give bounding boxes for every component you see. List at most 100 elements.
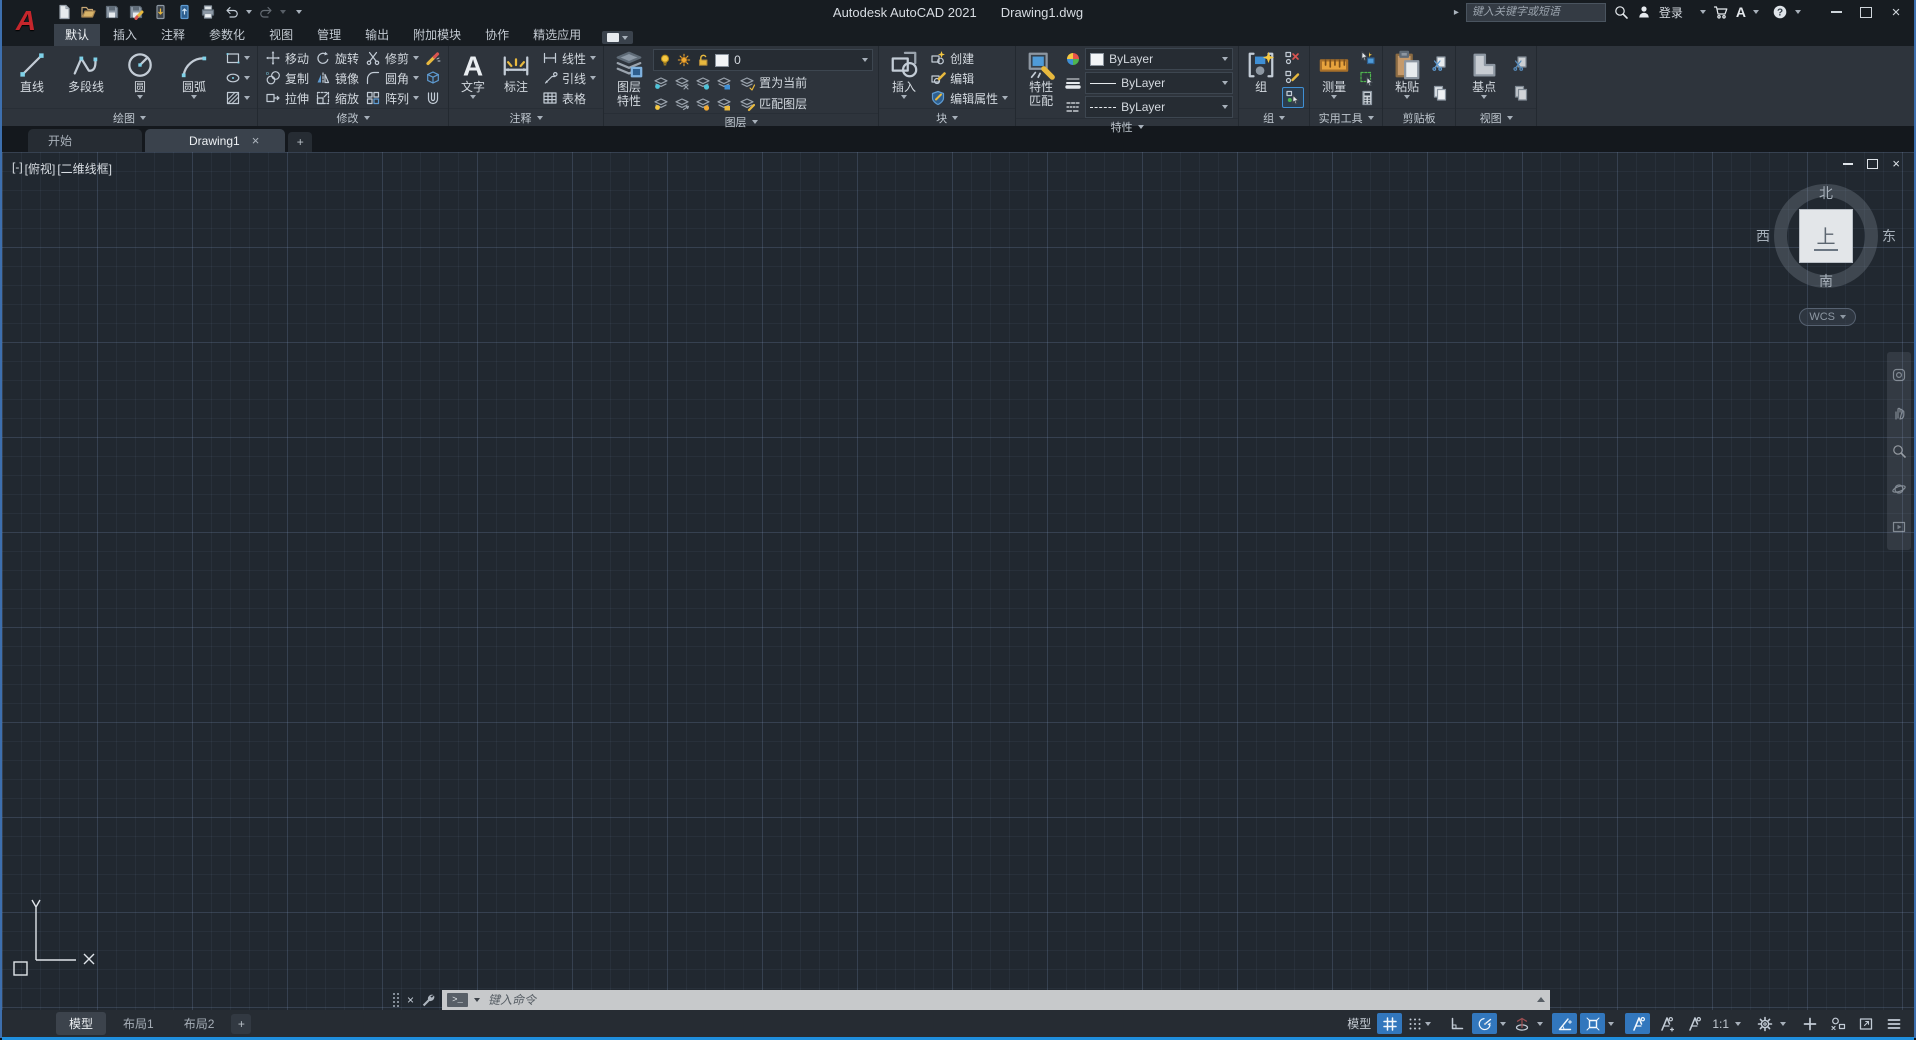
- view-cut-button[interactable]: [1511, 54, 1531, 73]
- full-navigation-wheel-icon[interactable]: [1891, 367, 1907, 383]
- group-button[interactable]: 组: [1244, 48, 1278, 108]
- paste-button[interactable]: 粘贴: [1388, 48, 1426, 108]
- object-snap-tracking-toggle[interactable]: [1552, 1013, 1577, 1034]
- save-to-web-mobile-button[interactable]: [150, 2, 170, 22]
- pan-icon[interactable]: [1891, 405, 1907, 421]
- layer-on-icon[interactable]: [658, 53, 672, 67]
- array-button[interactable]: 阵列: [363, 89, 421, 108]
- ribbon-tab-parametric[interactable]: 参数化: [198, 23, 256, 46]
- file-tab-start[interactable]: 开始: [28, 129, 142, 152]
- viewcube[interactable]: 上 北 南 西 东: [1772, 182, 1880, 290]
- panel-label-view[interactable]: 视图: [1456, 108, 1536, 126]
- ribbon-tab-manage[interactable]: 管理: [306, 23, 352, 46]
- window-close-button[interactable]: ×: [1882, 1, 1910, 23]
- save-button[interactable]: [102, 2, 122, 22]
- set-current-layer-button[interactable]: 置为当前: [737, 73, 809, 92]
- ungroup-button[interactable]: [1282, 48, 1304, 67]
- quick-calculator-button[interactable]: [1357, 89, 1377, 108]
- polyline-button[interactable]: 多段线: [61, 48, 111, 108]
- search-input[interactable]: [1466, 3, 1606, 22]
- command-field[interactable]: >_: [442, 990, 1550, 1010]
- annotation-monitor-toggle[interactable]: [1797, 1013, 1822, 1034]
- panel-label-block[interactable]: 块: [879, 108, 1015, 126]
- polar-caret-icon[interactable]: [1500, 1022, 1506, 1026]
- layer-freeze-all-icon[interactable]: [695, 75, 711, 91]
- grid-toggle[interactable]: [1377, 1013, 1402, 1034]
- wcs-menu-button[interactable]: WCS: [1799, 308, 1856, 326]
- drawing-minimize-button[interactable]: [1843, 163, 1853, 165]
- fillet-button[interactable]: 圆角: [363, 69, 421, 88]
- lineweight-dropdown[interactable]: ByLayer: [1085, 72, 1233, 94]
- ribbon-tab-addins[interactable]: 附加模块: [402, 23, 472, 46]
- offset-button[interactable]: [423, 89, 443, 108]
- match-properties-button[interactable]: 特性匹配: [1021, 48, 1061, 118]
- workspace-caret-icon[interactable]: [1780, 1022, 1786, 1026]
- panel-label-annotation[interactable]: 注释: [449, 108, 603, 126]
- layer-thaw-icon[interactable]: [695, 96, 711, 112]
- layer-unlock-icon[interactable]: [716, 96, 732, 112]
- move-button[interactable]: 移动: [263, 49, 311, 68]
- annotation-scale-icon[interactable]: [1681, 1013, 1706, 1034]
- circle-button[interactable]: 圆: [115, 48, 165, 108]
- quick-select-button[interactable]: [1357, 49, 1377, 68]
- search-icon[interactable]: [1613, 4, 1629, 20]
- viewcube-north[interactable]: 北: [1819, 183, 1833, 203]
- open-from-web-mobile-button[interactable]: [174, 2, 194, 22]
- command-history-up-icon[interactable]: [1537, 997, 1545, 1002]
- layer-off-icon[interactable]: [653, 75, 669, 91]
- layer-dropdown-caret-icon[interactable]: [862, 58, 868, 62]
- cut-clip-button[interactable]: [1430, 54, 1450, 73]
- ortho-toggle[interactable]: [1444, 1013, 1469, 1034]
- panel-label-utilities[interactable]: 实用工具: [1310, 108, 1382, 126]
- save-as-button[interactable]: [126, 2, 146, 22]
- a-caret-icon[interactable]: [1753, 10, 1759, 14]
- command-close-icon[interactable]: ×: [407, 993, 414, 1007]
- dimension-button[interactable]: 标注: [496, 48, 536, 108]
- layer-lock-icon[interactable]: [696, 53, 710, 67]
- signin-caret-icon[interactable]: [1700, 10, 1706, 14]
- layer-dropdown[interactable]: 0: [653, 49, 873, 71]
- isolate-objects-button[interactable]: [1825, 1013, 1850, 1034]
- viewport-visual-style-control[interactable]: [二维线框]: [57, 160, 112, 177]
- command-prompt-icon[interactable]: >_: [447, 993, 468, 1007]
- model-space-toggle[interactable]: 模型: [1344, 1015, 1374, 1032]
- ribbon-tab-collaborate[interactable]: 协作: [474, 23, 520, 46]
- autodesk-a-icon[interactable]: A: [1736, 4, 1746, 20]
- ribbon-tab-output[interactable]: 输出: [354, 23, 400, 46]
- plot-button[interactable]: [198, 2, 218, 22]
- ribbon-tab-home[interactable]: 默认: [54, 23, 100, 46]
- file-tab-drawing1[interactable]: Drawing1 ×: [145, 129, 285, 152]
- text-button[interactable]: 文字: [454, 48, 492, 108]
- viewcube-east[interactable]: 东: [1882, 226, 1896, 246]
- ribbon-tab-view[interactable]: 视图: [258, 23, 304, 46]
- object-snap-toggle[interactable]: [1580, 1013, 1605, 1034]
- osnap-caret-icon[interactable]: [1608, 1022, 1614, 1026]
- layer-properties-button[interactable]: 图层特性: [609, 48, 649, 113]
- line-button[interactable]: 直线: [7, 48, 57, 108]
- redo-button[interactable]: [256, 2, 276, 22]
- group-edit-button[interactable]: [1282, 67, 1304, 86]
- arc-button[interactable]: 圆弧: [169, 48, 219, 108]
- group-selection-toggle[interactable]: [1282, 87, 1304, 108]
- user-icon[interactable]: [1636, 4, 1652, 20]
- layout1-tab[interactable]: 布局1: [110, 1012, 167, 1035]
- select-similar-button[interactable]: [1357, 69, 1377, 88]
- viewport-view-control[interactable]: [俯视]: [25, 160, 56, 177]
- annotation-scale-value[interactable]: 1:1: [1709, 1017, 1732, 1031]
- ribbon-tab-insert[interactable]: 插入: [102, 23, 148, 46]
- model-tab[interactable]: 模型: [56, 1012, 106, 1035]
- hatch-button[interactable]: [223, 89, 252, 108]
- app-store-cart-icon[interactable]: [1713, 4, 1729, 20]
- layer-lock-small-icon[interactable]: [716, 75, 732, 91]
- match-layer-button[interactable]: 匹配图层: [737, 94, 809, 113]
- new-layout-button[interactable]: +: [231, 1014, 251, 1034]
- layout2-tab[interactable]: 布局2: [171, 1012, 228, 1035]
- base-point-button[interactable]: 基点: [1461, 48, 1507, 108]
- file-tab-close-icon[interactable]: ×: [252, 133, 260, 148]
- linear-dimension-button[interactable]: 线性: [540, 49, 598, 68]
- object-color-dropdown[interactable]: ByLayer: [1085, 48, 1233, 70]
- ribbon-tab-featured-apps[interactable]: 精选应用: [522, 23, 592, 46]
- annotation-autoscale-toggle[interactable]: [1653, 1013, 1678, 1034]
- scale-button[interactable]: 缩放: [313, 89, 361, 108]
- mirror-button[interactable]: 镜像: [313, 69, 361, 88]
